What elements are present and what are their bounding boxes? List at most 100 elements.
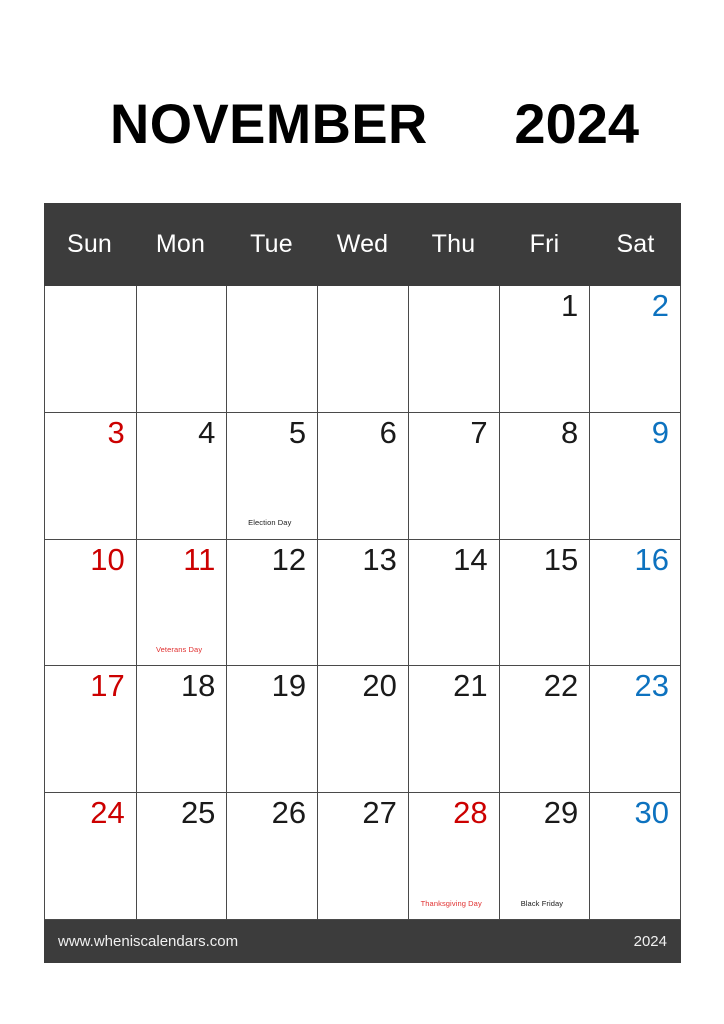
event-label-placeholder — [233, 646, 306, 661]
day-number: 9 — [651, 414, 669, 450]
day-number: 8 — [561, 414, 579, 450]
weekday-header-sat: Sat — [616, 230, 655, 258]
event-label-placeholder — [233, 900, 306, 915]
day-number — [143, 288, 216, 324]
day-number — [324, 288, 397, 324]
event-label-placeholder — [415, 646, 488, 661]
day-cell-27[interactable]: 27 — [317, 793, 408, 919]
day-cell-5[interactable]: 5 Election Day — [226, 412, 317, 539]
day-cell-16[interactable]: 16 — [589, 539, 680, 666]
day-number: 12 — [271, 541, 307, 577]
calendar-page: NOVEMBER 2024 Sun Mon Tue Wed Thu Fri Sat 1 2 … — [0, 0, 724, 1024]
event-label-placeholder — [596, 519, 669, 534]
day-number: 11 — [183, 541, 216, 577]
day-cell-1[interactable]: 1 — [498, 286, 590, 412]
day-number: 28 — [453, 795, 488, 831]
day-cell-2[interactable]: 2 — [589, 286, 680, 412]
calendar-grid: Sun Mon Tue Wed Thu Fri Sat 1 2 3 4 5 Election … — [44, 203, 681, 963]
week-row: 24 25 26 27 28 Thanksgiving Day 29 Black Fr… — [45, 792, 680, 919]
day-number: 7 — [470, 414, 488, 450]
day-number: 19 — [271, 668, 307, 704]
event-label-placeholder — [324, 900, 397, 915]
event-label-placeholder — [143, 773, 216, 788]
day-cell-20[interactable]: 20 — [317, 666, 408, 793]
day-cell-26[interactable]: 26 — [226, 793, 317, 919]
day-number: 30 — [634, 795, 669, 831]
week-row: 1 2 — [45, 286, 680, 412]
day-cell-19[interactable]: 19 — [226, 666, 317, 793]
day-cell-17[interactable]: 17 — [45, 666, 136, 792]
day-cell-21[interactable]: 21 — [407, 666, 499, 793]
event-label-placeholder — [51, 393, 125, 408]
event-label: Veterans Day — [155, 645, 203, 655]
day-cell-11[interactable]: 11 Veterans Day — [135, 539, 227, 666]
event-label-placeholder — [596, 900, 669, 915]
event-label-placeholder — [51, 646, 125, 661]
event-label-placeholder — [506, 773, 579, 788]
event-label-placeholder — [324, 773, 397, 788]
event-label-placeholder — [324, 393, 397, 408]
day-cell-29[interactable]: 29 Black Friday — [498, 793, 590, 919]
day-cell-28[interactable]: 28 Thanksgiving Day — [407, 793, 499, 919]
event-label-placeholder — [596, 646, 669, 661]
day-cell-18[interactable]: 18 — [135, 666, 227, 793]
page-title-year: 2024 — [514, 92, 639, 155]
day-number: 10 — [90, 541, 125, 577]
weekday-header-mon: Mon — [155, 230, 206, 258]
calendar-weeks: 1 2 3 4 5 Election Day 6 7 8 9 10 11 Vetera… — [44, 286, 681, 920]
day-number: 6 — [379, 414, 397, 450]
day-cell-6[interactable]: 6 — [317, 412, 408, 539]
week-row: 3 4 5 Election Day 6 7 8 9 — [45, 411, 680, 539]
day-number: 27 — [362, 795, 397, 831]
week-row: 17 18 19 20 21 22 23 — [45, 665, 680, 793]
day-cell-empty — [45, 286, 136, 412]
event-label-placeholder — [506, 519, 579, 534]
day-cell-10[interactable]: 10 — [45, 540, 136, 666]
day-cell-22[interactable]: 22 — [498, 666, 590, 793]
day-number — [233, 288, 306, 324]
page-title-month: NOVEMBER — [110, 92, 428, 155]
day-cell-23[interactable]: 23 — [589, 666, 680, 793]
day-number — [51, 288, 125, 324]
day-cell-25[interactable]: 25 — [135, 793, 227, 919]
event-label-placeholder — [506, 393, 579, 408]
day-cell-9[interactable]: 9 — [589, 412, 680, 539]
day-cell-4[interactable]: 4 — [135, 412, 227, 539]
day-number: 16 — [634, 541, 669, 577]
day-cell-3[interactable]: 3 — [45, 413, 136, 539]
day-number: 18 — [180, 668, 216, 704]
day-number: 24 — [90, 795, 125, 831]
event-label-placeholder — [415, 773, 488, 788]
event-label-placeholder — [415, 393, 488, 408]
event-label-placeholder — [143, 393, 216, 408]
day-cell-14[interactable]: 14 — [407, 539, 499, 666]
day-number: 2 — [651, 288, 669, 323]
day-number: 26 — [271, 795, 307, 831]
day-number: 22 — [543, 668, 579, 704]
day-cell-30[interactable]: 30 — [589, 793, 680, 919]
day-cell-empty — [407, 286, 499, 412]
event-label-placeholder — [233, 773, 306, 788]
day-number: 17 — [90, 668, 125, 704]
event-label-placeholder — [51, 519, 125, 534]
weekday-header-wed: Wed — [336, 230, 389, 258]
day-number: 29 — [543, 795, 579, 831]
weekday-header-tue: Tue — [250, 230, 293, 258]
footer-website-url[interactable]: www.wheniscalendars.com — [58, 934, 238, 949]
day-cell-empty — [317, 286, 408, 412]
day-cell-13[interactable]: 13 — [317, 539, 408, 666]
weekday-header-sun: Sun — [66, 230, 113, 258]
event-label: Black Friday — [520, 898, 564, 908]
day-cell-12[interactable]: 12 — [226, 539, 317, 666]
event-label-placeholder — [51, 900, 125, 915]
calendar-footer: www.wheniscalendars.com 2024 — [44, 920, 681, 963]
day-number: 15 — [543, 541, 579, 577]
day-number: 4 — [198, 414, 216, 450]
day-cell-15[interactable]: 15 — [498, 539, 590, 666]
day-cell-8[interactable]: 8 — [498, 412, 590, 539]
day-number: 21 — [453, 668, 488, 704]
day-cell-7[interactable]: 7 — [407, 412, 499, 539]
day-cell-24[interactable]: 24 — [45, 793, 136, 919]
day-number: 3 — [107, 414, 125, 450]
day-number: 1 — [561, 288, 579, 323]
